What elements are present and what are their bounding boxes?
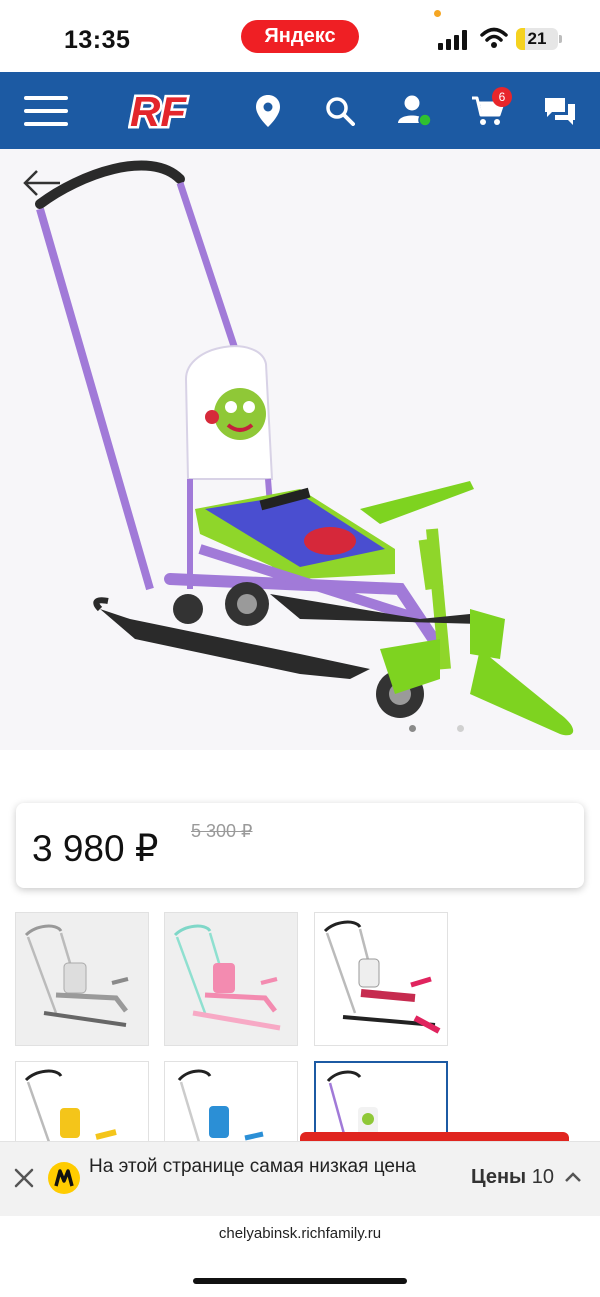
location-pin-icon [256,94,280,127]
prices-label: Цены [471,1166,527,1188]
price-card: 3 980 ₽ 5 300 ₽ [16,803,584,888]
lowest-price-message: На этой странице самая низкая цена [89,1156,416,1177]
browser-url-bar: chelyabinsk.richfamily.ru [0,1216,600,1297]
carousel-dot-active[interactable] [409,725,416,732]
svg-text:RF: RF [130,88,187,134]
wifi-icon [480,27,508,48]
price-comparison-bar: На этой странице самая низкая цена Цены … [0,1141,600,1216]
home-indicator[interactable] [193,1278,407,1284]
location-button[interactable] [246,72,290,149]
chevron-up-icon [564,1172,581,1182]
cellular-signal-icon [438,30,467,50]
account-button[interactable] [392,72,438,149]
privacy-indicator-dot [434,10,441,17]
thumbnail-image [24,924,129,1027]
thumbnail-gray[interactable] [15,912,149,1046]
battery-icon: 21 [516,28,558,50]
carousel-dot[interactable] [457,725,464,732]
search-icon [326,96,355,126]
url-text[interactable]: chelyabinsk.richfamily.ru [0,1225,600,1242]
prices-dropdown[interactable]: Цены 10 [471,1166,582,1189]
price-current: 3 980 ₽ [32,828,159,869]
product-image[interactable] [0,149,600,750]
rf-logo-mark: RF RF [128,86,190,138]
yandex-browser-pill[interactable]: Яндекс [241,20,359,53]
battery-nub [559,35,562,43]
status-bar: 13:35 Яндекс 21 [0,0,600,72]
back-arrow-icon[interactable] [22,168,62,198]
thumbnail-image [323,920,441,1034]
thumbnail-magenta[interactable] [314,912,448,1046]
user-icon [398,95,432,127]
rf-logo[interactable]: RF RF [128,86,192,138]
prices-count: 10 [531,1166,554,1188]
thumbnail-image [173,924,281,1031]
snow-scooter-illustration [35,160,574,736]
chat-button[interactable] [536,72,584,149]
yandex-market-logo-icon [48,1162,80,1194]
cart-count-badge: 6 [492,87,512,107]
menu-icon [24,95,68,126]
status-time: 13:35 [64,26,131,54]
thumbnail-pink[interactable] [164,912,298,1046]
battery-percent: 21 [527,29,547,48]
chat-icon [545,97,575,125]
cart-button[interactable] [466,72,510,149]
site-header: RF RF [0,72,600,149]
market-m-icon [54,1169,74,1187]
price-old: 5 300 ₽ [191,821,253,841]
carousel-dots [0,725,600,735]
search-button[interactable] [318,72,362,149]
close-icon[interactable] [10,1164,38,1192]
menu-button[interactable] [18,72,74,149]
